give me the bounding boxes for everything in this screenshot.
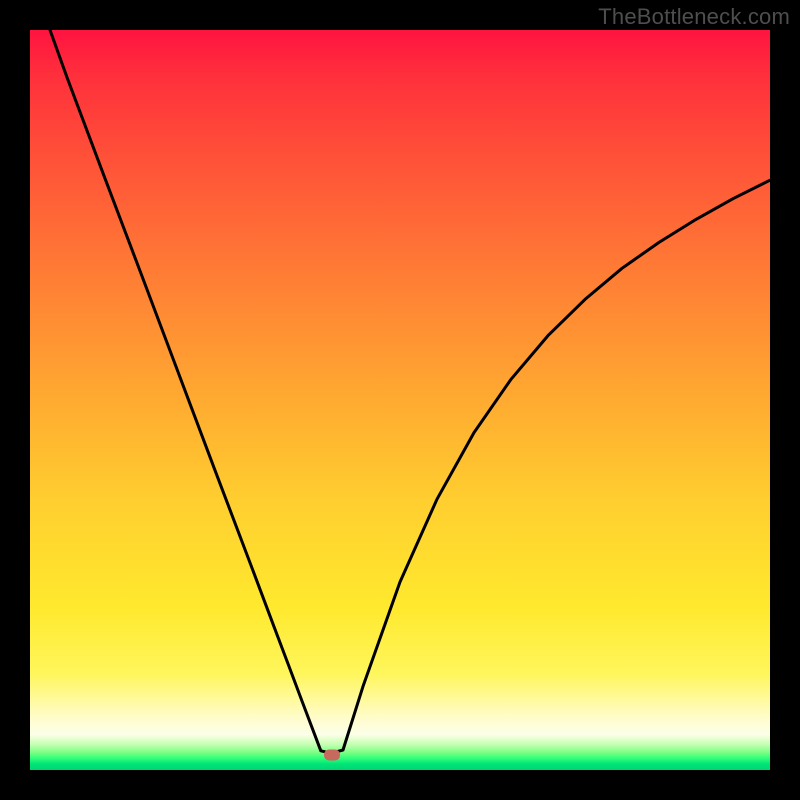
bottleneck-curve <box>30 30 770 770</box>
plot-area <box>30 30 770 770</box>
optimal-point-marker <box>324 750 340 761</box>
chart-frame: TheBottleneck.com <box>0 0 800 800</box>
watermark-text: TheBottleneck.com <box>598 4 790 30</box>
